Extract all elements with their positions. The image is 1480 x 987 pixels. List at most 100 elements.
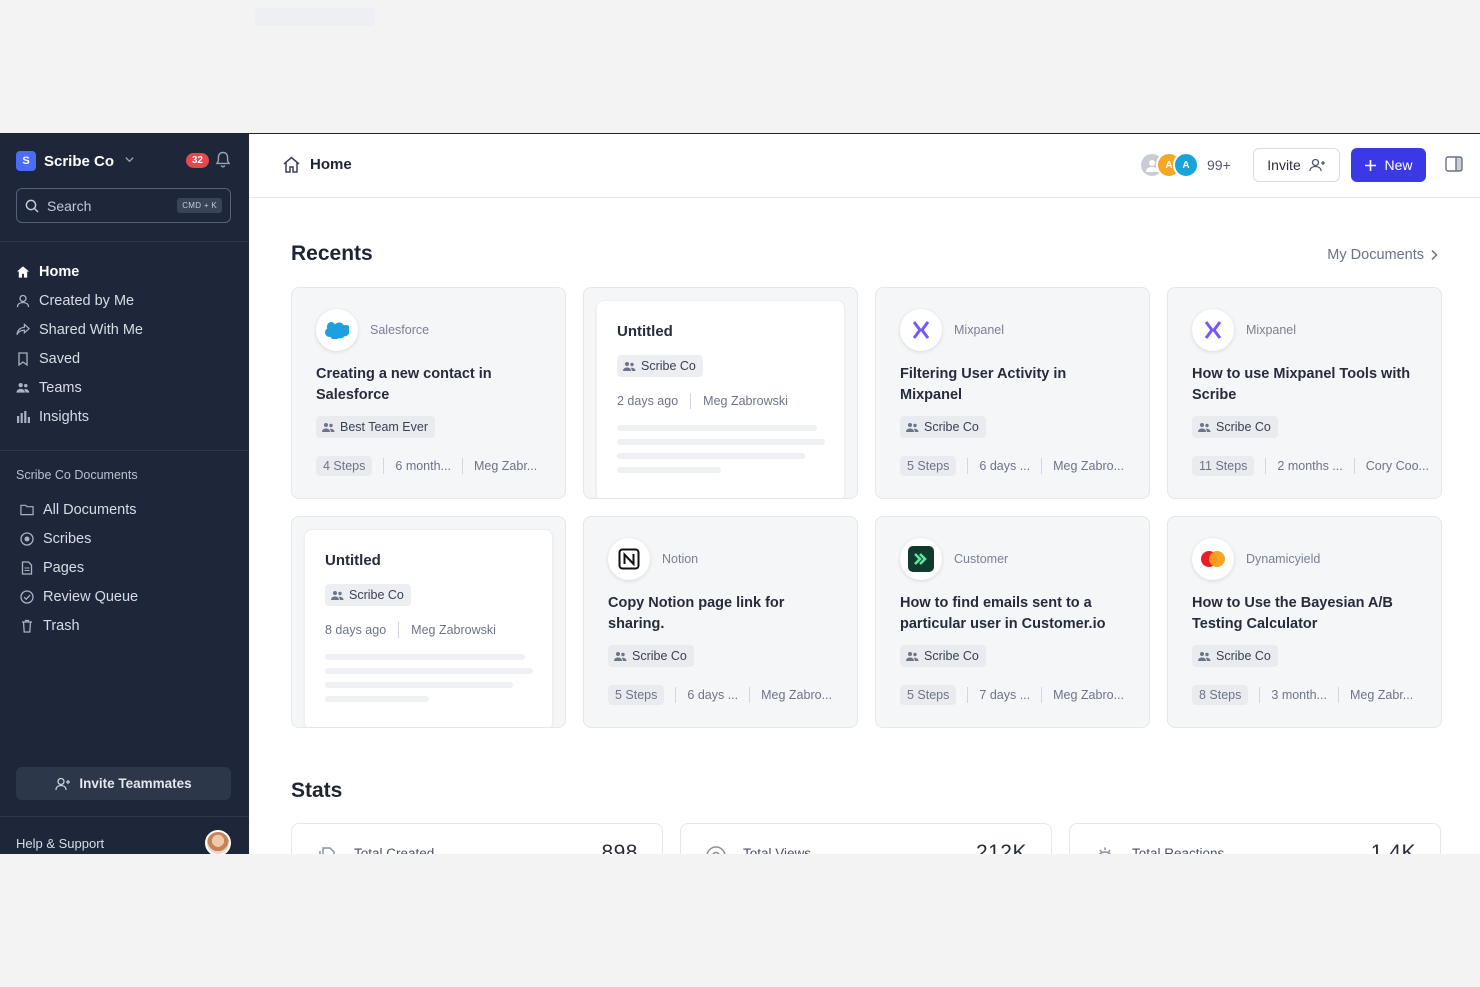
user-icon bbox=[16, 294, 30, 308]
recents-grid: Salesforce Creating a new contact in Sal… bbox=[291, 287, 1442, 728]
skeleton-line bbox=[325, 682, 513, 688]
recent-card[interactable]: Notion Copy Notion page link for sharing… bbox=[583, 516, 858, 728]
recent-card[interactable]: Mixpanel Filtering User Activity in Mixp… bbox=[875, 287, 1150, 499]
workspace-switcher[interactable]: S Scribe Co bbox=[16, 151, 135, 171]
avatar-count: 99+ bbox=[1207, 157, 1231, 173]
team-name: Scribe Co bbox=[641, 359, 696, 373]
divider bbox=[0, 450, 249, 451]
my-documents-link[interactable]: My Documents bbox=[1327, 247, 1438, 263]
card-meta: 8 Steps 3 month... Meg Zabr... bbox=[1192, 685, 1413, 705]
separator bbox=[1041, 687, 1043, 703]
nav-item-home[interactable]: Home bbox=[16, 257, 143, 286]
salesforce-icon bbox=[316, 309, 358, 351]
nav-label: Home bbox=[39, 263, 80, 280]
search-placeholder: Search bbox=[47, 197, 92, 214]
nav-item-trash[interactable]: Trash bbox=[20, 611, 138, 640]
team-name: Scribe Co bbox=[924, 649, 979, 663]
nav-item-teams[interactable]: Teams bbox=[16, 373, 143, 402]
team-tag: Best Team Ever bbox=[316, 416, 436, 438]
nav-item-review-queue[interactable]: Review Queue bbox=[20, 582, 138, 611]
team-icon bbox=[322, 422, 335, 432]
author: Meg Zabr... bbox=[473, 459, 538, 473]
team-icon bbox=[16, 381, 30, 395]
recent-card[interactable]: Dynamicyield How to Use the Bayesian A/B… bbox=[1167, 516, 1442, 728]
reaction-icon bbox=[1098, 847, 1112, 854]
draft-preview: Untitled Scribe Co 8 days ago Meg Zabrow… bbox=[304, 529, 553, 727]
updated-time: 8 days ago bbox=[325, 623, 387, 637]
recent-card[interactable]: Salesforce Creating a new contact in Sal… bbox=[291, 287, 566, 499]
card-app: Salesforce bbox=[316, 309, 429, 351]
user-avatar[interactable] bbox=[205, 830, 231, 854]
breadcrumb-home: Home bbox=[310, 156, 352, 173]
updated-time: 6 month... bbox=[395, 459, 451, 473]
invite-button[interactable]: Invite bbox=[1253, 148, 1340, 182]
workspace-logo: S bbox=[16, 151, 36, 171]
customerio-icon bbox=[900, 538, 942, 580]
new-button[interactable]: New bbox=[1351, 148, 1426, 182]
search-icon bbox=[25, 199, 39, 213]
team-icon bbox=[1198, 651, 1211, 661]
top-placeholder bbox=[255, 8, 375, 26]
card-app: Notion bbox=[608, 538, 698, 580]
invite-teammates-button[interactable]: Invite Teammates bbox=[16, 767, 231, 800]
help-support-link[interactable]: Help & Support bbox=[16, 836, 104, 851]
breadcrumb[interactable]: Home bbox=[282, 156, 352, 173]
updated-time: 3 month... bbox=[1271, 688, 1327, 702]
updated-time: 2 months ... bbox=[1277, 459, 1343, 473]
recent-card[interactable]: Customer How to find emails sent to a pa… bbox=[875, 516, 1150, 728]
separator bbox=[383, 458, 385, 474]
nav-item-all-documents[interactable]: All Documents bbox=[20, 495, 138, 524]
author: Meg Zabrowski bbox=[411, 623, 496, 637]
card-meta: 5 Steps 6 days ... Meg Zabro... bbox=[608, 685, 832, 705]
nav-item-pages[interactable]: Pages bbox=[20, 553, 138, 582]
team-name: Scribe Co bbox=[1216, 649, 1271, 663]
team-icon bbox=[331, 590, 344, 600]
search-input[interactable]: Search CMD + K bbox=[16, 188, 231, 223]
card-app: Mixpanel bbox=[900, 309, 1004, 351]
author: Meg Zabr... bbox=[1349, 688, 1414, 702]
updated-time: 7 days ... bbox=[979, 688, 1031, 702]
step-count: 5 Steps bbox=[900, 685, 957, 705]
stats-heading: Stats bbox=[291, 779, 343, 802]
nav-item-shared-with-me[interactable]: Shared With Me bbox=[16, 315, 143, 344]
notifications[interactable]: 32 bbox=[185, 151, 231, 169]
nav-item-scribes[interactable]: Scribes bbox=[20, 524, 138, 553]
workspace-name: Scribe Co bbox=[44, 152, 115, 170]
share-icon bbox=[16, 323, 30, 337]
author: Meg Zabro... bbox=[1053, 459, 1124, 473]
separator bbox=[749, 687, 751, 703]
search-shortcut: CMD + K bbox=[177, 198, 222, 213]
divider bbox=[0, 241, 249, 242]
documents-section-label: Scribe Co Documents bbox=[16, 468, 138, 482]
card-title: Untitled bbox=[325, 552, 381, 569]
team-icon bbox=[614, 651, 627, 661]
card-app: Customer bbox=[900, 538, 1008, 580]
nav-label: Review Queue bbox=[43, 588, 139, 605]
mixpanel-icon bbox=[1192, 309, 1234, 351]
card-meta: 4 Steps 6 month... Meg Zabr... bbox=[316, 456, 537, 476]
collaborator-avatars[interactable]: A A 99+ bbox=[1139, 152, 1231, 178]
invite-label: Invite bbox=[1267, 157, 1301, 173]
recent-card[interactable]: Mixpanel How to use Mixpanel Tools with … bbox=[1167, 287, 1442, 499]
app-name: Salesforce bbox=[370, 323, 430, 337]
nav-item-insights[interactable]: Insights bbox=[16, 402, 143, 431]
recent-card-draft[interactable]: Untitled Scribe Co 8 days ago Meg Zabrow… bbox=[291, 516, 566, 728]
step-count: 5 Steps bbox=[608, 685, 665, 705]
page-icon bbox=[20, 560, 34, 575]
home-icon bbox=[16, 265, 30, 279]
team-name: Scribe Co bbox=[632, 649, 687, 663]
recent-card-draft[interactable]: Untitled Scribe Co 2 days ago Meg Zabrow… bbox=[583, 287, 858, 499]
step-count: 4 Steps bbox=[316, 456, 373, 476]
check-circle-icon bbox=[20, 589, 34, 604]
nav-label: All Documents bbox=[43, 501, 137, 518]
stat-value: 212K bbox=[975, 841, 1027, 854]
stat-card-total-created: Total Created 898 bbox=[291, 823, 663, 854]
nav-item-created-by-me[interactable]: Created by Me bbox=[16, 286, 143, 315]
sidebar-toggle-icon[interactable] bbox=[1445, 156, 1463, 172]
step-count: 11 Steps bbox=[1192, 456, 1255, 476]
team-tag: Scribe Co bbox=[617, 355, 703, 377]
home-icon bbox=[283, 156, 300, 173]
invite-teammates-label: Invite Teammates bbox=[79, 776, 192, 791]
skeleton-line bbox=[325, 654, 525, 660]
nav-item-saved[interactable]: Saved bbox=[16, 344, 143, 373]
